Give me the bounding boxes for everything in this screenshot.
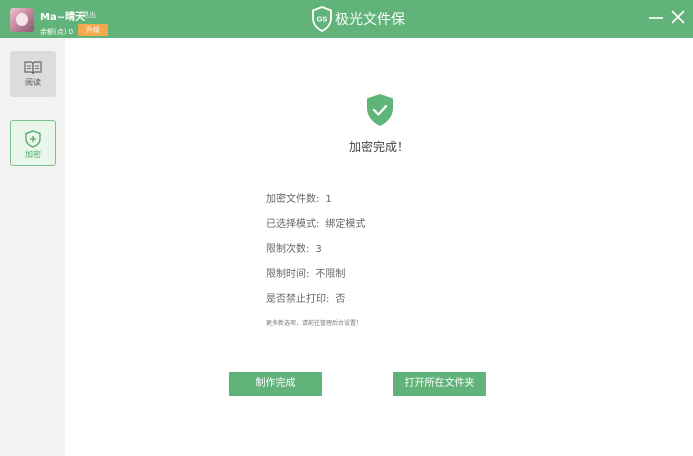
detail-file-count: 加密文件数: 1 — [266, 190, 332, 205]
detail-label: 限制次数: — [266, 244, 310, 255]
detail-value: 否 — [335, 294, 346, 305]
minimize-icon[interactable] — [648, 10, 664, 26]
detail-label: 加密文件数: — [266, 194, 320, 205]
detail-mode: 已选择模式: 绑定模式 — [266, 215, 365, 230]
detail-limit-time: 限制时间: 不限制 — [266, 265, 345, 280]
title-bar: Ma~晴天 退出 余额(点) 0 升级 GS 极光文件保 — [0, 0, 693, 38]
app-logo-icon: GS — [312, 6, 332, 32]
make-done-button[interactable]: 制作完成 — [229, 372, 322, 396]
avatar[interactable] — [10, 8, 34, 32]
upgrade-button[interactable]: 升级 — [78, 24, 108, 36]
logo-text: GS — [317, 15, 328, 24]
sidebar-item-label: 加密 — [25, 150, 41, 159]
user-name: Ma~晴天 — [40, 12, 86, 23]
shield-plus-icon — [25, 130, 41, 148]
close-icon[interactable] — [670, 9, 686, 25]
app-title: 极光文件保 — [335, 12, 405, 28]
detail-label: 已选择模式: — [266, 219, 320, 230]
logout-link[interactable]: 退出 — [82, 10, 96, 20]
settings-note: 更多新选项，请前往管理后台设置！ — [266, 320, 363, 327]
open-folder-button[interactable]: 打开所在文件夹 — [393, 372, 486, 396]
detail-value: 1 — [325, 194, 332, 205]
sidebar: 阅读 加密 — [0, 38, 65, 456]
balance-text: 余额(点) 0 — [40, 28, 74, 36]
detail-value: 绑定模式 — [325, 219, 366, 230]
success-message: 加密完成！ — [348, 140, 409, 154]
sidebar-item-label: 阅读 — [25, 78, 41, 87]
shield-check-icon — [367, 94, 393, 126]
sidebar-item-read[interactable]: 阅读 — [10, 51, 56, 97]
detail-label: 是否禁止打印: — [266, 294, 330, 305]
detail-value: 3 — [315, 244, 322, 255]
detail-print-ban: 是否禁止打印: 否 — [266, 290, 345, 305]
detail-value: 不限制 — [315, 269, 346, 280]
main-panel: 加密完成！ 加密文件数: 1 已选择模式: 绑定模式 限制次数: 3 限制时间: 不限制… — [65, 38, 693, 456]
detail-label: 限制时间: — [266, 269, 310, 280]
book-icon — [24, 61, 42, 75]
sidebar-item-encrypt[interactable]: 加密 — [10, 120, 56, 166]
detail-limit-count: 限制次数: 3 — [266, 240, 322, 255]
